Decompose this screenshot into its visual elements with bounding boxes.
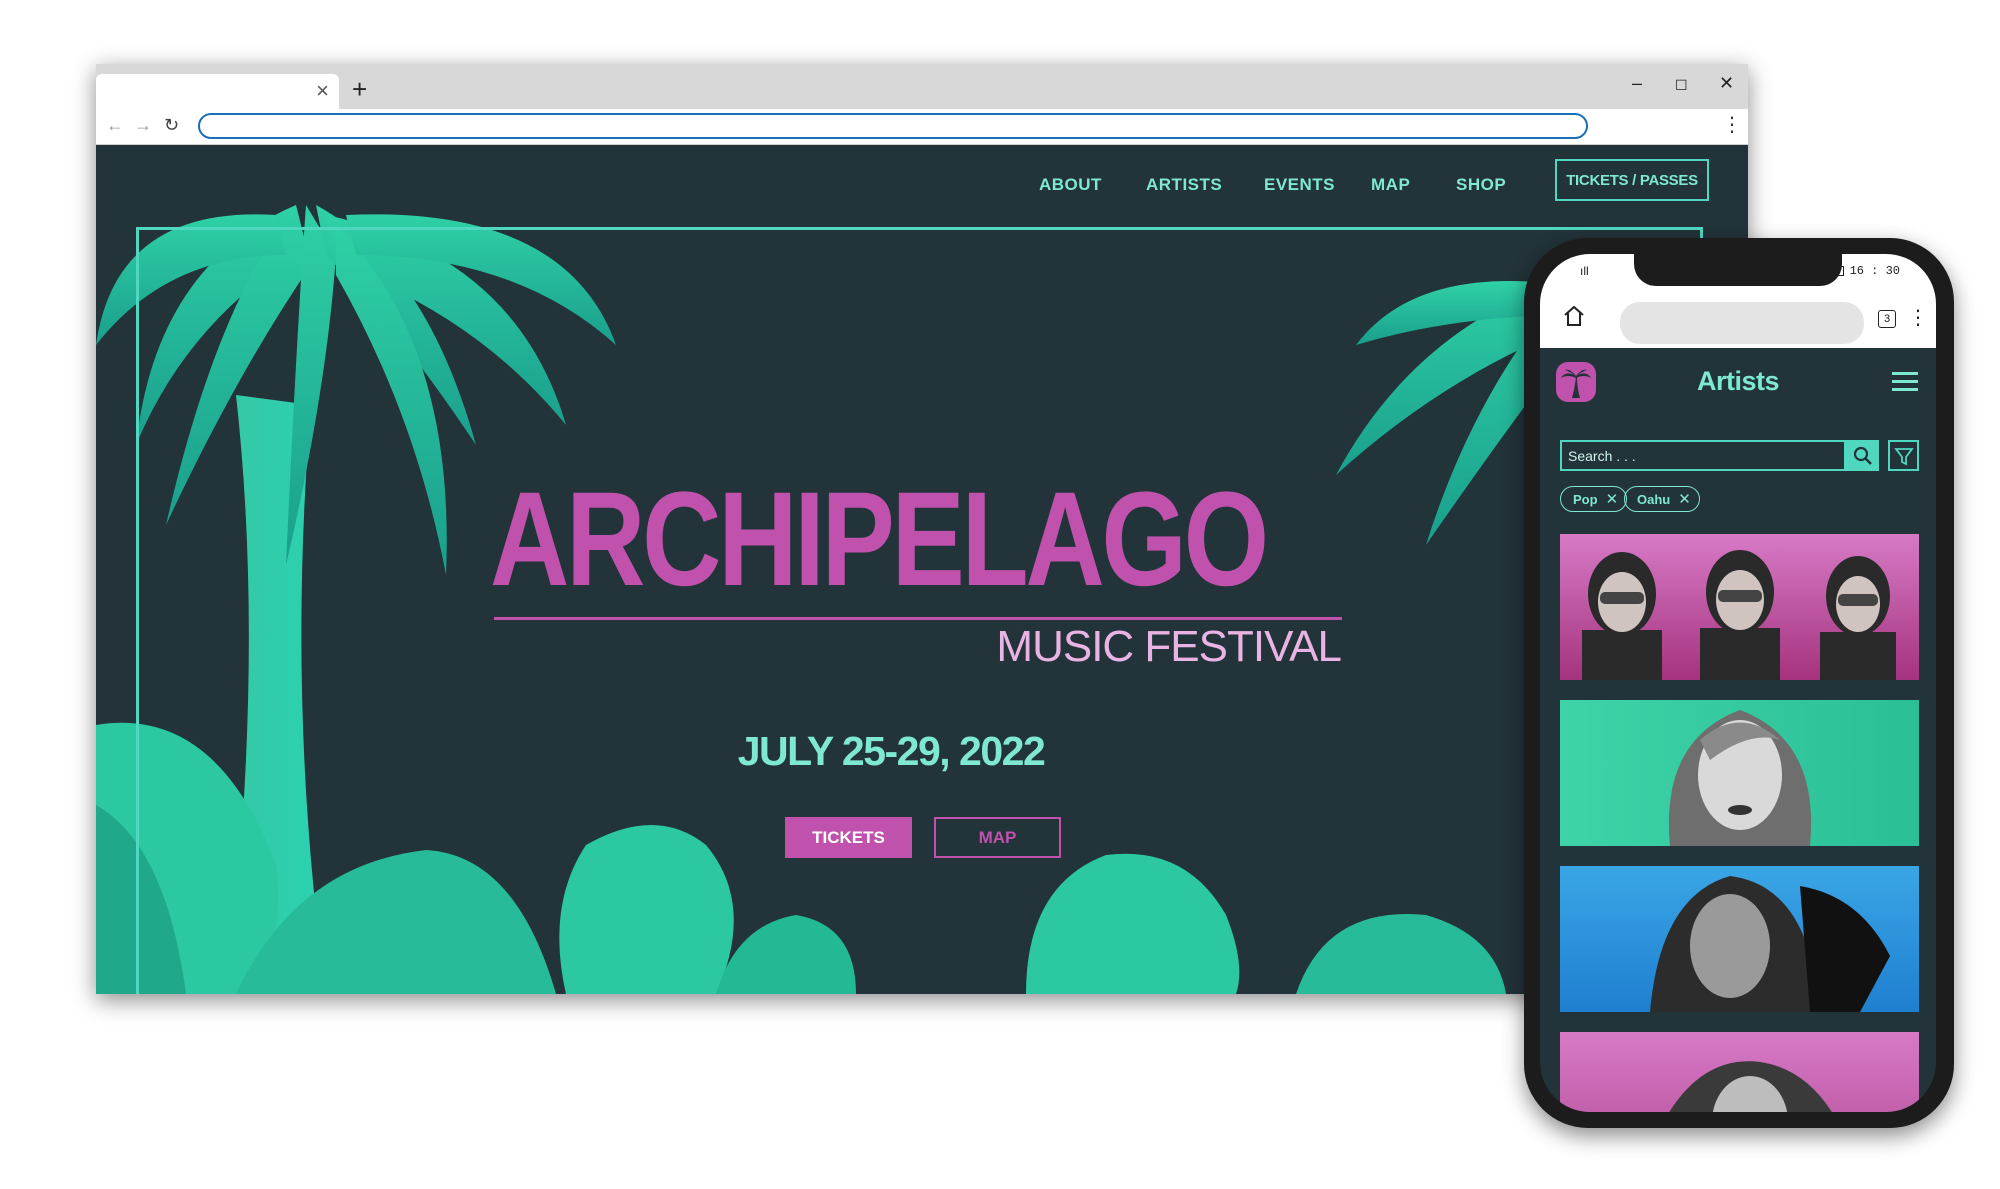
phone-notch <box>1634 254 1842 286</box>
artist-photo <box>1650 876 1890 1012</box>
nav-map[interactable]: MAP <box>1371 175 1410 195</box>
festival-date: JULY 25-29, 2022 <box>737 728 1046 774</box>
remove-filter-icon[interactable]: ✕ <box>1606 490 1619 508</box>
artist-photo <box>1668 710 1812 846</box>
page-title: Artists <box>1696 366 1780 396</box>
artist-photo <box>1669 1061 1832 1112</box>
phone-device: ıll 16 : 30 3 ⋮ Artists Search . . . Pop… <box>1524 238 1954 1128</box>
hamburger-menu-icon[interactable] <box>1892 372 1918 396</box>
tab-strip: × + – ☐ ✕ <box>96 64 1748 109</box>
phone-screen: ıll 16 : 30 3 ⋮ Artists Search . . . Pop… <box>1540 254 1936 1112</box>
browser-tab[interactable]: × <box>96 74 339 109</box>
back-icon[interactable]: ← <box>106 113 124 137</box>
chip-label: Oahu <box>1637 491 1671 507</box>
filter-icon[interactable] <box>1888 440 1919 471</box>
search-icon[interactable] <box>1846 440 1879 471</box>
browser-toolbar: ← → ↻ ⋮ <box>96 109 1748 145</box>
new-tab-icon[interactable]: + <box>352 74 367 104</box>
mobile-address-bar[interactable] <box>1620 302 1864 344</box>
nav-about[interactable]: ABOUT <box>1039 175 1102 195</box>
mobile-menu-icon[interactable]: ⋮ <box>1908 304 1928 332</box>
festival-site: ABOUT ARTISTS EVENTS MAP SHOP TICKETS / … <box>96 145 1748 994</box>
minimize-icon[interactable]: – <box>1632 70 1642 96</box>
signal-icon: ıll <box>1580 264 1589 278</box>
nav-artists[interactable]: ARTISTS <box>1146 175 1222 195</box>
chip-label: Pop <box>1573 491 1598 507</box>
filter-chip-oahu[interactable]: Oahu ✕ <box>1624 486 1700 512</box>
festival-title: ARCHIPELAGO <box>490 465 1269 614</box>
remove-filter-icon[interactable]: ✕ <box>1678 490 1691 508</box>
title-underline <box>494 617 1342 620</box>
status-clock: 16 : 30 <box>1849 264 1900 278</box>
artist-photo <box>1582 550 1896 680</box>
browser-menu-icon[interactable]: ⋮ <box>1722 111 1742 139</box>
tab-count-icon[interactable]: 3 <box>1878 310 1896 328</box>
reload-icon[interactable]: ↻ <box>164 113 179 137</box>
artist-solo-card-1[interactable] <box>1560 700 1919 846</box>
home-icon[interactable] <box>1562 304 1586 328</box>
nav-events[interactable]: EVENTS <box>1264 175 1335 195</box>
app-header: Artists <box>1540 348 1936 416</box>
artist-solo-card-2[interactable] <box>1560 866 1919 1012</box>
close-window-icon[interactable]: ✕ <box>1719 70 1734 96</box>
nav-shop[interactable]: SHOP <box>1456 175 1506 195</box>
tickets-passes-button[interactable]: TICKETS / PASSES <box>1555 159 1709 201</box>
artist-solo-card-3[interactable] <box>1560 1032 1919 1112</box>
mobile-browser-toolbar: 3 ⋮ <box>1540 290 1936 348</box>
artist-search-input[interactable] <box>1560 440 1846 471</box>
map-button[interactable]: MAP <box>934 817 1061 858</box>
close-tab-icon[interactable]: × <box>316 78 329 104</box>
address-bar[interactable] <box>198 113 1588 139</box>
browser-window: × + – ☐ ✕ ← → ↻ ⋮ ABOUT ARTISTS EVENTS M… <box>96 64 1748 994</box>
artist-group-card[interactable] <box>1560 534 1919 680</box>
filter-chip-pop[interactable]: Pop ✕ <box>1560 486 1628 512</box>
forward-icon[interactable]: → <box>134 113 152 137</box>
tickets-button[interactable]: TICKETS <box>785 817 912 858</box>
maximize-icon[interactable]: ☐ <box>1675 72 1688 98</box>
festival-subtitle: MUSIC FESTIVAL <box>996 622 1342 671</box>
